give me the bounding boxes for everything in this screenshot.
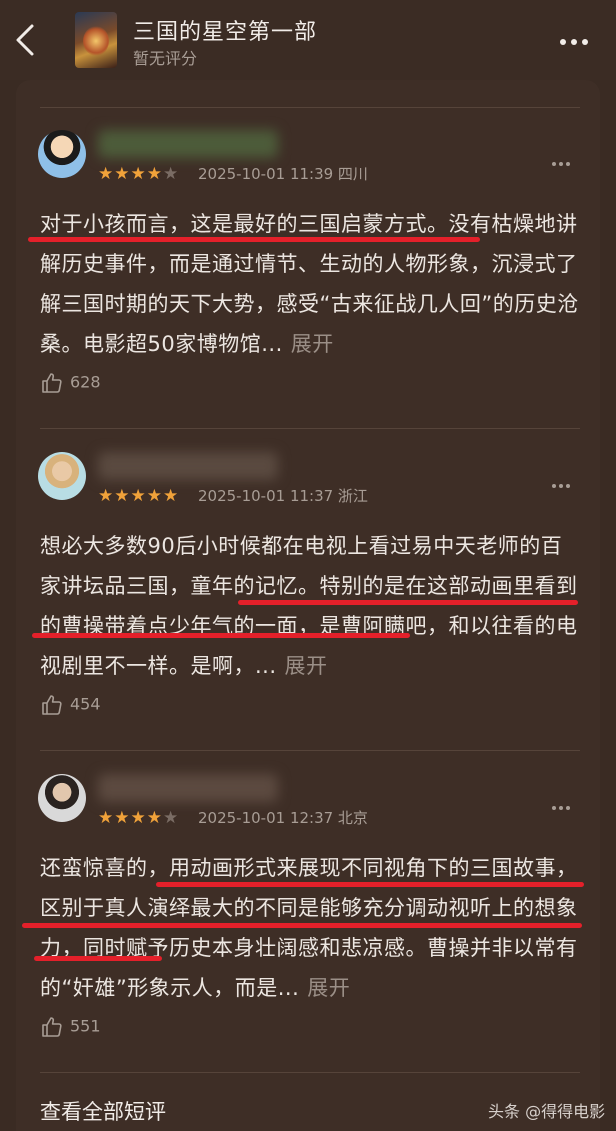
thumbs-up-icon [42,372,62,393]
movie-title: 三国的星空第一部 [133,20,318,45]
like-button[interactable]: 628 [40,369,101,395]
thumbs-up-icon [42,1016,62,1037]
watermark: 头条 @得得电影 [488,1102,606,1121]
review-timestamp: 2025-10-01 11:37 浙江 [198,487,368,505]
review-text: 想必大多数90后小时候都在电视上看过易中天老师的百家讲坛品三国，童年的记忆。特别… [40,534,578,678]
movie-poster-thumbnail[interactable] [75,12,117,68]
avatar[interactable] [38,452,86,500]
highlight-underline [22,923,582,928]
divider [40,428,580,429]
highlight-underline [156,882,584,887]
star-rating: ★★★★★ [98,486,180,506]
more-icon[interactable] [560,30,600,50]
review-timestamp: 2025-10-01 12:37 北京 [198,809,368,827]
back-arrow-icon[interactable] [12,22,42,58]
review-timestamp: 2025-10-01 11:39 四川 [198,165,368,183]
divider [40,107,580,108]
highlight-underline [28,237,480,242]
like-count: 628 [70,372,101,392]
more-icon[interactable] [552,473,578,488]
highlight-underline [32,633,410,638]
expand-link[interactable]: 展开 [291,332,334,356]
top-bar: 三国的星空第一部 暂无评分 [0,0,616,80]
star-rating: ★★★★★ [98,808,180,828]
like-count: 551 [70,1016,101,1036]
divider [40,750,580,751]
like-count: 454 [70,694,101,714]
username-blurred [98,774,278,802]
avatar[interactable] [38,774,86,822]
highlight-underline [34,956,162,961]
like-button[interactable]: 454 [40,691,101,717]
rating-status: 暂无评分 [133,49,198,68]
expand-link[interactable]: 展开 [285,654,328,678]
thumbs-up-icon [42,694,62,715]
expand-link[interactable]: 展开 [307,976,350,1000]
view-all-reviews-link[interactable]: 查看全部短评 [40,1096,166,1126]
review-text: 还蛮惊喜的，用动画形式来展现不同视角下的三国故事，区别于真人演绎最大的不同是能够… [40,856,578,1000]
star-rating: ★★★★★ [98,164,180,184]
more-icon[interactable] [552,795,578,810]
username-blurred [98,452,278,480]
avatar[interactable] [38,130,86,178]
username-blurred [98,130,278,158]
review-text: 对于小孩而言，这是最好的三国启蒙方式。没有枯燥地讲解历史事件，而是通过情节、生动… [40,212,579,356]
like-button[interactable]: 551 [40,1013,101,1039]
divider [40,1072,580,1073]
highlight-underline [238,600,578,605]
more-icon[interactable] [552,151,578,166]
